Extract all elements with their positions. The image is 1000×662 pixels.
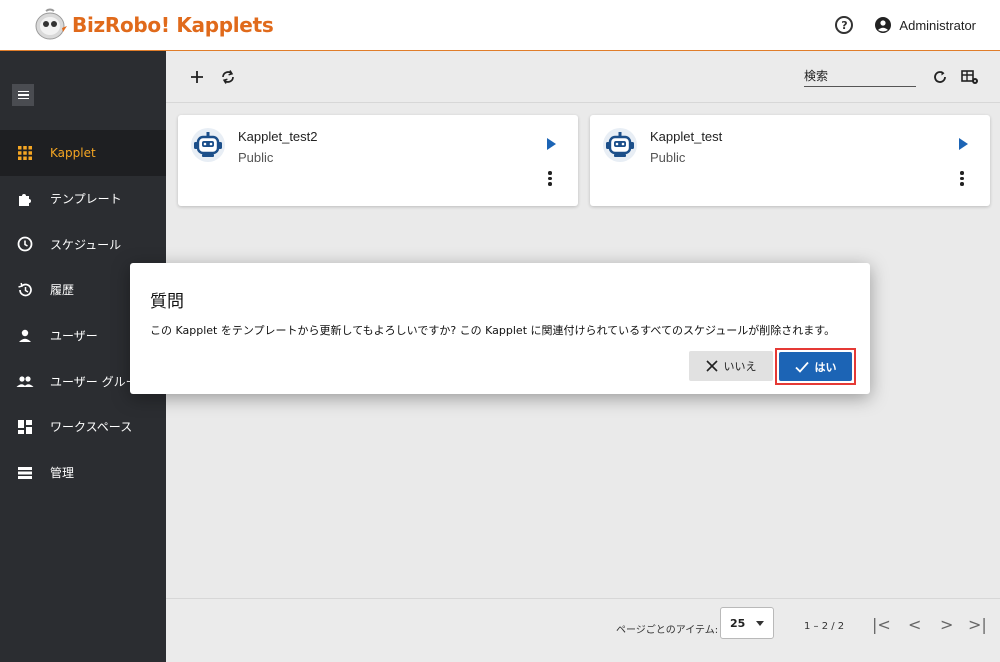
yes-button[interactable]: はい <box>779 352 852 381</box>
yes-button-label: はい <box>814 360 837 374</box>
check-icon <box>794 361 809 373</box>
no-button[interactable]: いいえ <box>689 351 773 381</box>
no-button-label: いいえ <box>723 360 757 373</box>
close-icon <box>705 360 718 372</box>
dialog-message: この Kapplet をテンプレートから更新してもよろしいですか? この Kap… <box>150 324 836 337</box>
confirm-dialog: 質問 この Kapplet をテンプレートから更新してもよろしいですか? この … <box>130 263 870 394</box>
dialog-title: 質問 <box>150 292 184 312</box>
